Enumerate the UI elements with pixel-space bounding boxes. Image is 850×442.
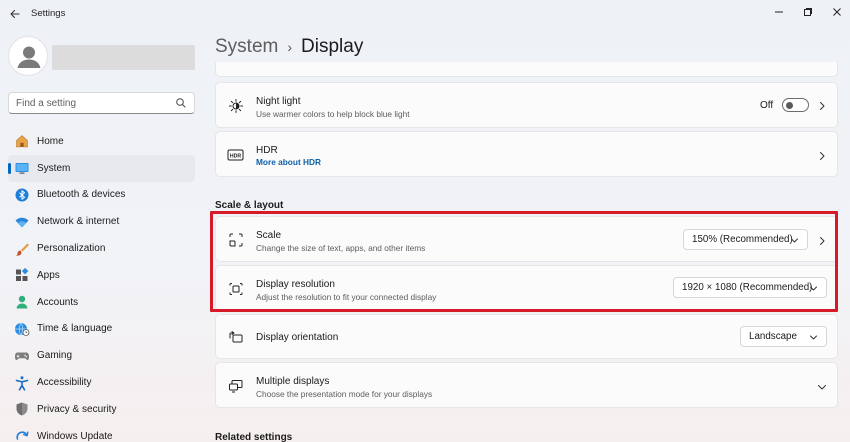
shield-icon <box>14 401 30 417</box>
home-icon <box>14 133 30 149</box>
sidebar-item-privacy[interactable]: Privacy & security <box>8 396 195 423</box>
close-icon[interactable] <box>826 2 848 22</box>
multiple-displays-desc: Choose the presentation mode for your di… <box>256 389 433 399</box>
section-heading-related: Related settings <box>215 432 293 442</box>
page-title: Display <box>301 36 364 57</box>
user-name-placeholder <box>52 45 195 70</box>
brightness-icon <box>227 97 245 115</box>
title-bar: Settings <box>0 0 850 28</box>
sidebar-item-network[interactable]: Network & internet <box>8 208 195 235</box>
sidebar-item-time-language[interactable]: Time & language <box>8 316 195 343</box>
breadcrumb: System › Display <box>215 36 363 58</box>
sidebar-item-label: Privacy & security <box>37 403 117 415</box>
accessibility-icon <box>14 375 30 391</box>
sidebar-item-personalization[interactable]: Personalization <box>8 235 195 262</box>
chevron-down-icon <box>809 333 818 342</box>
resolution-desc: Adjust the resolution to fit your connec… <box>256 292 437 302</box>
scale-icon <box>227 231 245 249</box>
hdr-card[interactable]: HDR HDR More about HDR <box>215 131 838 177</box>
avatar[interactable] <box>8 36 48 76</box>
orientation-dropdown-value: Landscape <box>749 331 797 342</box>
sidebar-item-windows-update[interactable]: Windows Update <box>8 423 195 442</box>
scale-dropdown[interactable]: 150% (Recommended) <box>683 229 808 250</box>
back-arrow-icon[interactable] <box>6 5 24 23</box>
sidebar-item-label: Bluetooth & devices <box>37 189 126 201</box>
resolution-title: Display resolution <box>256 279 335 290</box>
restore-icon[interactable] <box>797 2 819 22</box>
display-orientation-card[interactable]: Display orientation Landscape <box>215 314 838 359</box>
hdr-more-link[interactable]: More about HDR <box>256 157 321 167</box>
sidebar-item-apps[interactable]: Apps <box>8 262 195 289</box>
breadcrumb-separator: › <box>287 39 293 55</box>
breadcrumb-parent[interactable]: System <box>215 36 278 58</box>
sidebar-item-gaming[interactable]: Gaming <box>8 342 195 369</box>
chevron-down-icon[interactable] <box>817 381 827 391</box>
sidebar-nav: Home System Bluetooth & devices Network … <box>8 128 195 442</box>
resolution-dropdown[interactable]: 1920 × 1080 (Recommended) <box>673 277 827 298</box>
hdr-title: HDR <box>256 145 278 156</box>
hdr-icon: HDR <box>227 146 245 164</box>
chevron-right-icon[interactable] <box>817 150 827 160</box>
toggle-knob <box>786 101 793 109</box>
system-icon <box>14 160 30 176</box>
scale-card[interactable]: Scale Change the size of text, apps, and… <box>215 216 838 262</box>
chevron-down-icon <box>790 236 799 245</box>
brush-icon <box>14 241 30 257</box>
sidebar-item-accounts[interactable]: Accounts <box>8 289 195 316</box>
sidebar-item-label: Time & language <box>37 323 113 335</box>
bluetooth-icon <box>14 187 30 203</box>
scrolled-card <box>215 62 838 77</box>
night-light-toggle[interactable] <box>782 98 809 112</box>
sidebar-item-label: Windows Update <box>37 430 113 442</box>
orientation-icon <box>227 328 245 346</box>
resolution-dropdown-value: 1920 × 1080 (Recommended) <box>682 282 813 293</box>
orientation-dropdown[interactable]: Landscape <box>740 326 827 347</box>
sidebar-item-label: Home <box>37 135 64 147</box>
night-light-card[interactable]: Night light Use warmer colors to help bl… <box>215 82 838 128</box>
night-light-toggle-label: Off <box>760 100 774 111</box>
display-resolution-card[interactable]: Display resolution Adjust the resolution… <box>215 265 838 311</box>
scale-dropdown-value: 150% (Recommended) <box>692 234 793 245</box>
chevron-right-icon[interactable] <box>817 235 827 245</box>
sidebar-item-bluetooth[interactable]: Bluetooth & devices <box>8 182 195 209</box>
gamepad-icon <box>14 348 30 364</box>
night-light-title: Night light <box>256 96 301 107</box>
search-box[interactable] <box>8 92 195 114</box>
search-icon[interactable] <box>175 97 187 109</box>
sidebar-item-label: Gaming <box>37 350 73 362</box>
sidebar-item-label: Accessibility <box>37 377 92 389</box>
multiple-displays-icon <box>227 377 245 395</box>
sidebar-item-label: Accounts <box>37 296 79 308</box>
sidebar-item-system[interactable]: System <box>8 154 195 182</box>
apps-icon <box>14 267 30 283</box>
app-title: Settings <box>31 8 66 19</box>
section-heading-scale-layout: Scale & layout <box>215 200 284 211</box>
sidebar-item-label: Apps <box>37 269 60 281</box>
chevron-right-icon[interactable] <box>817 100 827 110</box>
sidebar-item-label: Network & internet <box>37 216 120 228</box>
accounts-icon <box>14 294 30 310</box>
scale-desc: Change the size of text, apps, and other… <box>256 243 426 253</box>
sidebar-item-label: System <box>37 162 71 174</box>
multiple-displays-card[interactable]: Multiple displays Choose the presentatio… <box>215 362 838 408</box>
minimize-icon[interactable] <box>768 2 790 22</box>
resolution-icon <box>227 280 245 298</box>
sidebar-item-label: Personalization <box>37 243 106 255</box>
globe-clock-icon <box>14 321 30 337</box>
wifi-icon <box>14 214 30 230</box>
multiple-displays-title: Multiple displays <box>256 376 330 387</box>
sidebar-item-accessibility[interactable]: Accessibility <box>8 369 195 396</box>
svg-text:HDR: HDR <box>230 154 241 160</box>
chevron-down-icon <box>809 284 818 293</box>
search-input[interactable] <box>9 93 169 113</box>
sidebar-item-home[interactable]: Home <box>8 128 195 155</box>
update-icon <box>14 428 30 442</box>
orientation-title: Display orientation <box>256 332 339 343</box>
scale-title: Scale <box>256 230 282 241</box>
night-light-desc: Use warmer colors to help block blue lig… <box>256 109 410 119</box>
